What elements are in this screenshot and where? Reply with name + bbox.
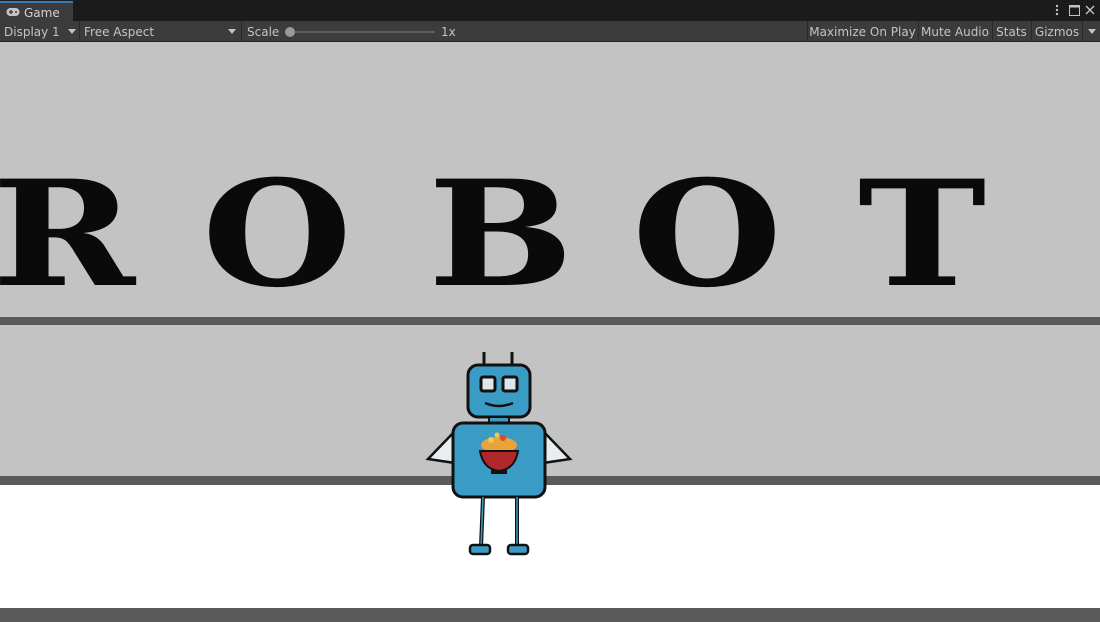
aspect-dropdown[interactable]: Free Aspect <box>80 21 240 42</box>
display-dropdown-label: Display 1 <box>4 24 60 39</box>
gizmos-label: Gizmos <box>1034 24 1080 39</box>
chevron-down-icon <box>228 29 236 34</box>
mute-audio-label: Mute Audio <box>921 24 989 39</box>
scale-value: 1x <box>441 24 456 39</box>
robot-sprite <box>425 352 573 556</box>
ground-divider <box>0 317 1100 325</box>
gizmos-dropdown[interactable] <box>1082 21 1100 42</box>
editor-tab-bar: Game <box>0 0 1100 22</box>
aspect-dropdown-label: Free Aspect <box>84 24 155 39</box>
title-letter-o: O <box>202 149 353 320</box>
scale-slider-thumb[interactable] <box>285 27 295 37</box>
gizmos-toggle[interactable]: Gizmos <box>1031 21 1082 42</box>
more-vertical-icon[interactable] <box>1050 3 1064 17</box>
chevron-down-icon <box>1088 29 1096 34</box>
stats-toggle[interactable]: Stats <box>992 21 1030 42</box>
title-letter-b: B <box>428 149 574 320</box>
toolbar-divider <box>241 21 242 42</box>
maximize-on-play-label: Maximize On Play <box>809 24 916 39</box>
tab-game-label: Game <box>24 5 60 20</box>
chevron-down-icon <box>68 29 76 34</box>
gamepad-icon <box>6 6 20 20</box>
scale-label: Scale <box>247 24 280 39</box>
title-letter-t: T <box>858 149 987 320</box>
game-view-toolbar: Display 1 Free Aspect Scale 1x Maximize … <box>0 21 1100 42</box>
close-icon[interactable] <box>1083 3 1097 17</box>
maximize-icon[interactable] <box>1067 3 1081 17</box>
mute-audio-toggle[interactable]: Mute Audio <box>918 21 991 42</box>
tab-game[interactable]: Game <box>0 1 73 22</box>
display-dropdown[interactable]: Display 1 <box>0 21 78 42</box>
maximize-on-play-toggle[interactable]: Maximize On Play <box>807 21 917 42</box>
bottom-bar <box>0 608 1100 622</box>
title-letter-o: O <box>632 149 783 320</box>
scale-slider-track[interactable] <box>290 31 435 33</box>
stats-label: Stats <box>996 24 1027 39</box>
title-backdrop: R O B O T <box>0 42 1100 317</box>
title-letter-r: R <box>0 149 136 320</box>
game-viewport[interactable]: R O B O T <box>0 42 1100 622</box>
